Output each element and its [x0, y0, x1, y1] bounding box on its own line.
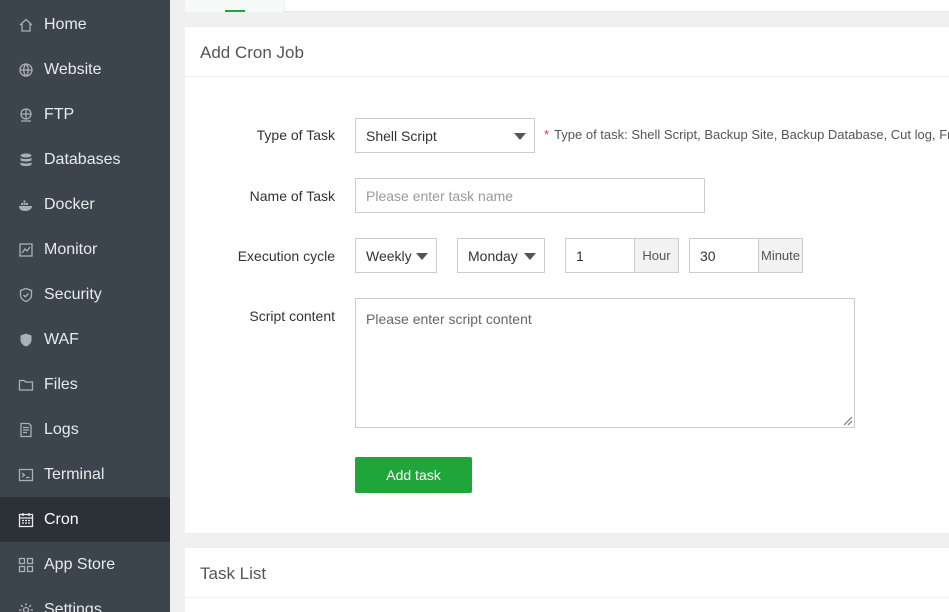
- sidebar-item-label: Databases: [44, 150, 121, 168]
- name-of-task-label: Name of Task: [249, 188, 335, 204]
- sidebar-item-label: FTP: [44, 105, 75, 123]
- sidebar-item-ftp[interactable]: FTP: [0, 92, 170, 137]
- required-star-icon: *: [544, 127, 550, 142]
- active-top-tab[interactable]: [185, 0, 285, 12]
- task-type-hint: * Type of task: Shell Script, Backup Site…: [544, 127, 949, 142]
- type-of-task-label: Type of Task: [256, 127, 335, 143]
- panel-title: Add Cron Job: [200, 43, 304, 62]
- execution-cycle-label: Execution cycle: [237, 248, 335, 264]
- sidebar-item-label: Cron: [44, 510, 79, 528]
- task-type-select[interactable]: Shell Script: [355, 118, 535, 153]
- hour-unit-addon: Hour: [635, 238, 679, 273]
- docker-icon: [18, 197, 34, 213]
- chevron-down-icon: [514, 133, 526, 140]
- sidebar-item-logs[interactable]: Logs: [0, 407, 170, 452]
- sidebar-item-security[interactable]: Security: [0, 272, 170, 317]
- weekday-value: Monday: [468, 247, 518, 264]
- weekday-select[interactable]: Monday: [457, 238, 545, 273]
- resize-grip-icon[interactable]: [841, 414, 853, 426]
- sidebar-item-label: Website: [44, 60, 102, 78]
- panel-divider: [185, 597, 949, 598]
- chevron-down-icon: [524, 253, 536, 260]
- apps-grid-icon: [18, 557, 34, 573]
- monitor-icon: [18, 242, 34, 258]
- hour-input[interactable]: [565, 238, 635, 273]
- panel-divider: [185, 76, 949, 77]
- add-cron-panel: Add Cron Job Type of Task Shell Script *…: [185, 27, 949, 533]
- sidebar-item-label: Settings: [44, 600, 102, 612]
- sidebar-item-app-store[interactable]: App Store: [0, 542, 170, 587]
- minute-input[interactable]: [689, 238, 759, 273]
- gear-icon: [18, 602, 34, 612]
- log-file-icon: [18, 422, 34, 438]
- sidebar-item-monitor[interactable]: Monitor: [0, 227, 170, 272]
- sidebar-item-label: WAF: [44, 330, 79, 348]
- sidebar-item-settings[interactable]: Settings: [0, 587, 170, 612]
- database-icon: [18, 152, 34, 168]
- sidebar-item-label: Files: [44, 375, 78, 393]
- sidebar-item-label: App Store: [44, 555, 116, 573]
- calendar-icon: [18, 512, 34, 528]
- sidebar-item-home[interactable]: Home: [0, 2, 170, 47]
- sidebar-item-website[interactable]: Website: [0, 47, 170, 92]
- task-list-panel: Task List: [185, 548, 949, 612]
- sidebar-item-terminal[interactable]: Terminal: [0, 452, 170, 497]
- sidebar-item-label: Security: [44, 285, 102, 303]
- waf-shield-icon: [18, 332, 34, 348]
- top-tab-strip: [185, 0, 949, 12]
- sidebar-item-label: Monitor: [44, 240, 98, 258]
- home-icon: [18, 17, 34, 33]
- add-task-button[interactable]: Add task: [355, 457, 472, 493]
- sidebar-item-databases[interactable]: Databases: [0, 137, 170, 182]
- sidebar-item-label: Docker: [44, 195, 95, 213]
- sidebar-item-docker[interactable]: Docker: [0, 182, 170, 227]
- script-content-textarea[interactable]: [355, 298, 855, 428]
- task-name-input[interactable]: [355, 178, 705, 213]
- sidebar: Home Website FTP Databases Docker Monito…: [0, 0, 170, 612]
- sidebar-item-files[interactable]: Files: [0, 362, 170, 407]
- active-tab-indicator: [225, 10, 245, 12]
- sidebar-item-label: Terminal: [44, 465, 105, 483]
- ftp-globe-icon: [18, 107, 34, 123]
- task-type-value: Shell Script: [366, 127, 437, 144]
- script-content-label: Script content: [249, 308, 335, 324]
- cycle-select[interactable]: Weekly: [355, 238, 437, 273]
- chevron-down-icon: [416, 253, 428, 260]
- minute-unit-addon: Minute: [759, 238, 803, 273]
- sidebar-item-label: Home: [44, 15, 87, 33]
- cycle-value: Weekly: [366, 247, 412, 264]
- globe-icon: [18, 62, 34, 78]
- sidebar-item-waf[interactable]: WAF: [0, 317, 170, 362]
- shield-icon: [18, 287, 34, 303]
- sidebar-item-cron[interactable]: Cron: [0, 497, 170, 542]
- folder-icon: [18, 377, 34, 393]
- terminal-icon: [18, 467, 34, 483]
- task-type-hint-text: Type of task: Shell Script, Backup Site,…: [554, 127, 949, 142]
- task-list-title: Task List: [200, 564, 267, 583]
- sidebar-item-label: Logs: [44, 420, 79, 438]
